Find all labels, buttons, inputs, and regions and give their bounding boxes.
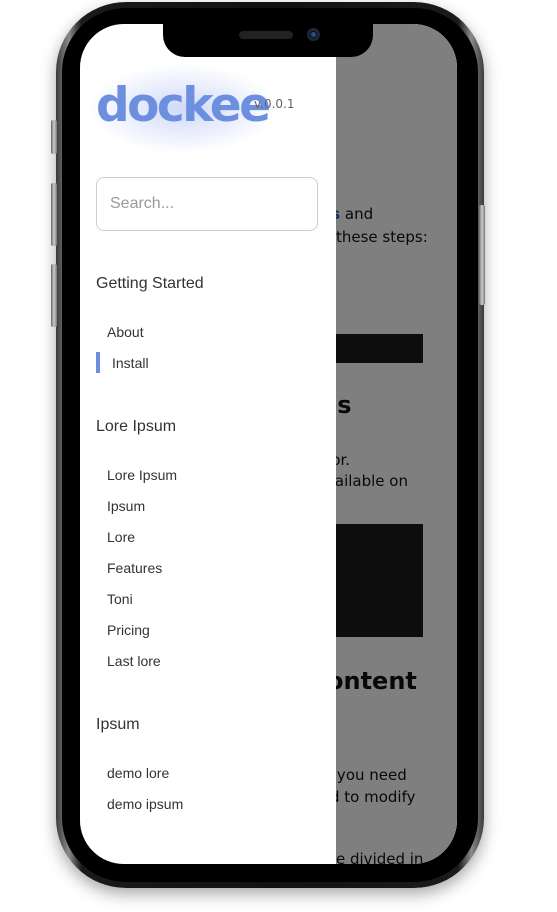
- volume-down-button: [51, 264, 57, 327]
- sidebar-item-pricing[interactable]: Pricing: [107, 622, 150, 638]
- sidebar-item-lore[interactable]: Lore: [107, 529, 135, 545]
- sidebar-item-ipsum[interactable]: Ipsum: [107, 498, 145, 514]
- sidebar-item-lore-ipsum[interactable]: Lore Ipsum: [107, 467, 177, 483]
- sidebar-item-demo-lore[interactable]: demo lore: [107, 765, 169, 781]
- nav-section-ipsum: Ipsum: [96, 716, 140, 733]
- volume-up-button: [51, 183, 57, 246]
- power-button: [479, 205, 485, 305]
- brand-logo[interactable]: dockee: [96, 78, 271, 133]
- sidebar: dockee v.0.0.1 Getting Started About Ins…: [80, 24, 336, 864]
- phone-notch: [163, 23, 373, 57]
- version-label: v.0.0.1: [254, 97, 295, 111]
- sidebar-item-toni[interactable]: Toni: [107, 591, 133, 607]
- phone-screen: es and these steps: es olor. vailable on…: [80, 24, 457, 864]
- sidebar-item-features[interactable]: Features: [107, 560, 162, 576]
- sidebar-item-install[interactable]: Install: [112, 355, 149, 371]
- sidebar-item-last-lore[interactable]: Last lore: [107, 653, 161, 669]
- speaker-grille: [239, 31, 293, 39]
- nav-section-lore-ipsum: Lore Ipsum: [96, 418, 177, 435]
- sidebar-item-about[interactable]: About: [107, 324, 144, 340]
- active-indicator: [96, 352, 100, 373]
- sidebar-item-demo-ipsum[interactable]: demo ipsum: [107, 796, 183, 812]
- mute-switch: [51, 120, 57, 154]
- search-input[interactable]: [96, 177, 318, 231]
- nav-section-getting-started: Getting Started: [96, 275, 204, 292]
- front-camera: [307, 28, 320, 41]
